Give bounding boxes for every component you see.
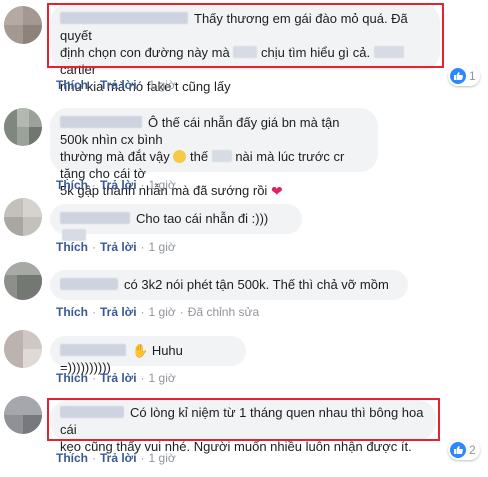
comment-bubble: có 3k2 nói phét tận 500k. Thế thì chả vỡ… — [50, 270, 408, 300]
highlight-box — [47, 398, 440, 441]
reply-button[interactable]: Trả lời — [100, 371, 137, 385]
reply-button[interactable]: Trả lời — [100, 451, 137, 465]
comment-text-line: thế — [189, 149, 209, 164]
highlight-box — [47, 3, 444, 68]
reply-button[interactable]: Trả lời — [100, 78, 137, 92]
avatar[interactable] — [4, 396, 42, 434]
comment-text: Cho tao cái nhẫn đi :))) — [136, 211, 269, 226]
comment-actions: Thích · Trả lời · 1 giờ — [56, 371, 176, 385]
like-button[interactable]: Thích — [56, 305, 88, 319]
comment-actions: Thích · Trả lời · 1 giờ — [56, 78, 176, 92]
reply-button[interactable]: Trả lời — [100, 305, 137, 319]
reply-button[interactable]: Trả lời — [100, 178, 137, 192]
like-button[interactable]: Thích — [56, 78, 88, 92]
timestamp[interactable]: 1 giờ — [149, 305, 176, 319]
timestamp[interactable]: 1 giờ — [149, 451, 176, 465]
comment-actions: Thích · Trả lời · 1 giờ — [56, 451, 176, 465]
timestamp[interactable]: 1 giờ — [149, 178, 176, 192]
timestamp[interactable]: 1 giờ — [149, 371, 176, 385]
comment-actions: Thích · Trả lời · 1 giờ · Đã chỉnh sửa — [56, 305, 260, 319]
waving-hand-icon: ✋ — [132, 343, 149, 358]
timestamp[interactable]: 1 giờ — [149, 240, 176, 254]
avatar[interactable] — [4, 108, 42, 146]
reply-button[interactable]: Trả lời — [100, 240, 137, 254]
comment-text-line: thường mà đắt vậy — [60, 149, 170, 164]
comment-bubble: Cho tao cái nhẫn đi :))) — [50, 204, 302, 241]
avatar[interactable] — [4, 198, 42, 236]
reaction-count[interactable]: 2 — [448, 440, 480, 460]
blurred-text — [211, 150, 232, 162]
blurred-author-name[interactable] — [60, 278, 118, 290]
worried-face-icon — [173, 150, 187, 163]
like-button[interactable]: Thích — [56, 178, 88, 192]
blurred-author-name[interactable] — [60, 116, 142, 128]
like-button[interactable]: Thích — [56, 240, 88, 254]
like-icon — [450, 442, 466, 458]
comment-text: có 3k2 nói phét tận 500k. Thế thì chả vỡ… — [124, 277, 389, 292]
avatar[interactable] — [4, 6, 42, 44]
comment-actions: Thích · Trả lời · 1 giờ — [56, 240, 176, 254]
comment-bubble: Ô thế cái nhẫn đấy giá bn mà tận 500k nh… — [50, 108, 378, 199]
timestamp[interactable]: 1 giờ — [149, 78, 176, 92]
like-icon — [450, 68, 466, 84]
blurred-author-name[interactable] — [60, 344, 126, 356]
blurred-author-name[interactable] — [60, 212, 130, 224]
reaction-count[interactable]: 1 — [448, 66, 480, 86]
avatar[interactable] — [4, 330, 42, 368]
like-button[interactable]: Thích — [56, 451, 88, 465]
red-heart-icon: ❤ — [270, 183, 283, 199]
edited-label[interactable]: Đã chỉnh sửa — [188, 305, 259, 319]
avatar[interactable] — [4, 262, 42, 300]
comment-bubble: ✋ Huhu =)))))))))) — [50, 336, 246, 375]
comment-actions: Thích · Trả lời · 1 giờ — [56, 178, 176, 192]
like-button[interactable]: Thích — [56, 371, 88, 385]
